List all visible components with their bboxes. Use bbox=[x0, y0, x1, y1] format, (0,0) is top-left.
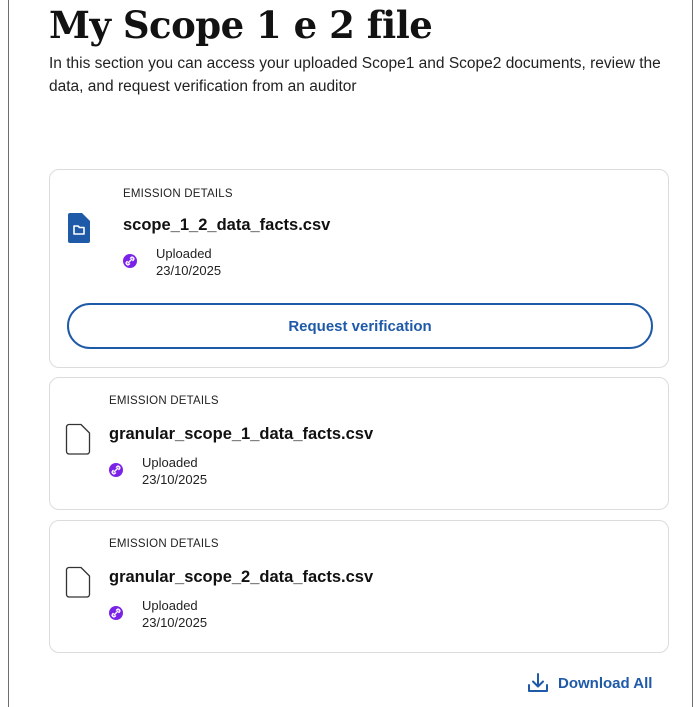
request-verification-button[interactable]: Request verification bbox=[67, 303, 653, 349]
document-outline-icon bbox=[65, 423, 91, 455]
card-eyebrow: EMISSION DETAILS bbox=[109, 395, 219, 407]
file-name[interactable]: scope_1_2_data_facts.csv bbox=[123, 216, 330, 235]
upload-label: Uploaded bbox=[142, 455, 198, 470]
file-name[interactable]: granular_scope_2_data_facts.csv bbox=[109, 568, 373, 587]
file-card[interactable]: EMISSION DETAILS granular_scope_2_data_f… bbox=[49, 520, 669, 653]
page-description: In this section you can access your uplo… bbox=[49, 55, 661, 95]
download-all-button[interactable]: Download All bbox=[526, 670, 652, 696]
upload-date: 23/10/2025 bbox=[156, 263, 222, 278]
file-card[interactable]: EMISSION DETAILS scope_1_2_data_facts.cs… bbox=[49, 169, 669, 368]
card-eyebrow: EMISSION DETAILS bbox=[109, 538, 219, 550]
upload-date: 23/10/2025 bbox=[142, 615, 208, 630]
upload-label: Uploaded bbox=[156, 246, 212, 261]
link-icon bbox=[109, 606, 123, 620]
document-solid-icon bbox=[68, 213, 90, 243]
page-title: My Scope 1 e 2 file bbox=[49, 3, 433, 47]
upload-date: 23/10/2025 bbox=[142, 472, 208, 487]
link-icon bbox=[109, 463, 123, 477]
file-name[interactable]: granular_scope_1_data_facts.csv bbox=[109, 425, 373, 444]
download-all-label: Download All bbox=[558, 674, 653, 692]
file-card[interactable]: EMISSION DETAILS granular_scope_1_data_f… bbox=[49, 377, 669, 510]
link-icon bbox=[123, 254, 137, 268]
upload-label: Uploaded bbox=[142, 598, 198, 613]
document-outline-icon bbox=[65, 566, 91, 598]
card-eyebrow: EMISSION DETAILS bbox=[123, 188, 233, 200]
download-icon bbox=[528, 673, 548, 692]
